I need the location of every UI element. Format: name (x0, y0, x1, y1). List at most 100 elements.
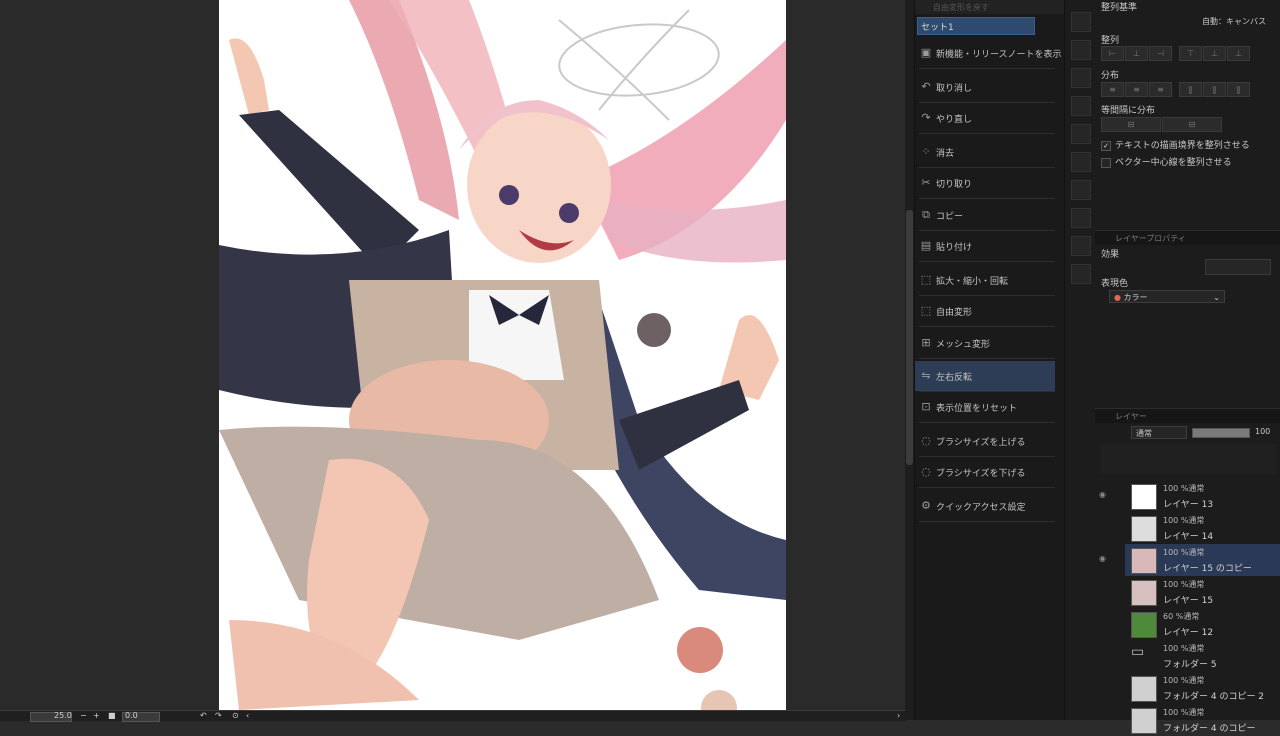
canvas-vertical-scrollbar[interactable] (905, 0, 914, 720)
expression-color-dropdown[interactable]: ● カラー ⌄ (1109, 290, 1225, 303)
canvas-workspace[interactable] (0, 0, 905, 710)
quick-access-item[interactable]: ✂ 切り取り (915, 168, 1055, 198)
layer-name: フォルダー 4 のコピー (1163, 724, 1256, 734)
panel-toggle-icon[interactable] (1071, 180, 1091, 200)
panel-toggle-icon[interactable] (1071, 68, 1091, 88)
quick-access-item[interactable]: ⊞ メッシュ変形 (915, 328, 1055, 358)
layer-row[interactable]: 100 %通常 レイヤー 13 (1125, 480, 1280, 512)
divider (919, 326, 1055, 327)
layer-name: レイヤー 15 (1163, 596, 1214, 606)
divider (919, 68, 1055, 69)
distribute-button[interactable]: ‖ (1203, 82, 1226, 97)
quick-access-item[interactable]: ⊡ 表示位置をリセット (915, 392, 1055, 422)
divider (919, 422, 1055, 423)
right-panel-column: 整列基準 自動：キャンバス 整列 ⊢ ⊥ ⊣ ⊤ ⊥ ⊥ 分布 ≡ ≡ ≡ ‖ ‖ ‖ 等間隔に分布… (1095, 0, 1280, 734)
text-bounds-checkbox[interactable]: ✓ テキストの描画境界を整列させる (1101, 138, 1250, 151)
quick-access-item-label: 自由変形 (936, 308, 973, 318)
undo-icon: ↶ (921, 80, 931, 93)
quick-access-set-name: セット1 (921, 23, 954, 33)
panel-toggle-icon[interactable] (1071, 40, 1091, 60)
distribute-equal-label: 等間隔に分布 (1101, 106, 1156, 116)
layer-panel-tabbar: レイヤー (1095, 408, 1280, 423)
info-icon: ▣ (920, 46, 932, 59)
layer-row[interactable]: 100 %通常 レイヤー 15 のコピー (1125, 544, 1280, 576)
distribute-button[interactable]: ≡ (1125, 82, 1148, 97)
panel-toggle-icon[interactable] (1071, 124, 1091, 144)
opacity-value[interactable]: 100 (1255, 427, 1270, 436)
layer-thumbnail (1131, 484, 1157, 510)
quick-access-item[interactable]: ⬚ 自由変形 (915, 296, 1055, 326)
layer-blend-info: 100 %通常 (1163, 548, 1205, 557)
blend-mode-dropdown[interactable]: 通常 (1131, 426, 1187, 439)
layer-name: レイヤー 13 (1163, 500, 1214, 510)
distribute-button[interactable]: ≡ (1101, 82, 1124, 97)
align-center-h-button[interactable]: ⊥ (1125, 46, 1148, 61)
effect-label: 効果 (1101, 250, 1120, 260)
align-bottom-button[interactable]: ⊥ (1227, 46, 1250, 61)
panel-toggle-icon[interactable] (1071, 264, 1091, 284)
quick-access-item[interactable]: ⁘ 消去 (915, 137, 1055, 167)
panel-toggle-icon[interactable] (1071, 236, 1091, 256)
quick-access-item-label: メッシュ変形 (936, 340, 991, 350)
panel-toggle-icon[interactable] (1071, 208, 1091, 228)
quick-access-item[interactable]: ▤ 貼り付け (915, 231, 1055, 261)
divider (919, 358, 1055, 359)
quick-access-item[interactable]: ↷ やり直し (915, 103, 1055, 133)
layer-name: レイヤー 14 (1163, 532, 1214, 542)
layer-row[interactable]: 100 %通常 フォルダー 4 のコピー 2 (1125, 672, 1280, 704)
layer-name: フォルダー 5 (1163, 660, 1217, 670)
layer-row[interactable]: 100 %通常 フォルダー 4 のコピー (1125, 704, 1280, 736)
quick-access-item[interactable]: ⇋ 左右反転 (915, 361, 1055, 391)
layer-row[interactable]: 100 %通常 レイヤー 15 (1125, 576, 1280, 608)
tab-layer-property[interactable]: レイヤープロパティ (1115, 233, 1186, 244)
chevron-down-icon: ⌄ (1213, 293, 1220, 302)
quick-access-set-selector[interactable]: セット1 (917, 17, 1035, 35)
eye-icon[interactable]: ◉ (1099, 554, 1106, 563)
panel-toggle-icon[interactable] (1071, 96, 1091, 116)
quick-access-item-label: 新機能・リリースノートを表示 (936, 50, 1062, 60)
drawing-canvas[interactable] (219, 0, 786, 710)
quick-access-header: 自由変形を戻す (915, 0, 1065, 14)
distribute-equal-v-button[interactable]: ⊟ (1162, 117, 1222, 132)
effect-buttons[interactable] (1205, 259, 1271, 275)
quick-access-item[interactable]: ↶ 取り消し (915, 72, 1055, 102)
layer-blend-info: 100 %通常 (1163, 580, 1205, 589)
quick-access-item[interactable]: ◌ ブラシサイズを上げる (915, 426, 1055, 456)
copy-icon: ⧉ (922, 208, 930, 221)
quick-access-item[interactable]: ⚙ クイックアクセス設定 (915, 491, 1055, 521)
quick-access-item-label: ブラシサイズを下げる (936, 469, 1026, 479)
opacity-slider[interactable] (1192, 428, 1250, 438)
panel-toggle-icon[interactable] (1071, 152, 1091, 172)
align-center-v-button[interactable]: ⊥ (1203, 46, 1226, 61)
quick-access-item-label: ブラシサイズを上げる (936, 438, 1026, 448)
quick-access-item-label: 拡大・縮小・回転 (936, 277, 1009, 287)
quick-access-item-label: コピー (936, 212, 964, 222)
align-right-button[interactable]: ⊣ (1149, 46, 1172, 61)
distribute-buttons: ≡ ≡ ≡ ‖ ‖ ‖ (1101, 82, 1251, 97)
distribute-equal-h-button[interactable]: ⊟ (1101, 117, 1161, 132)
distribute-button[interactable]: ≡ (1149, 82, 1172, 97)
quick-access-item[interactable]: ⧉ コピー (915, 200, 1055, 230)
distribute-button[interactable]: ‖ (1227, 82, 1250, 97)
align-left-button[interactable]: ⊢ (1101, 46, 1124, 61)
vector-center-label: ベクター中心線を整列させる (1115, 158, 1232, 168)
expression-color-label: 表現色 (1101, 279, 1129, 289)
quick-access-item[interactable]: ⬚ 拡大・縮小・回転 (915, 265, 1055, 295)
mesh-transform-icon: ⊞ (921, 336, 931, 349)
quick-access-item[interactable]: ◌ ブラシサイズを下げる (915, 457, 1055, 487)
folder-icon: ▭ (1131, 644, 1145, 660)
layer-row[interactable]: ▭ 100 %通常 フォルダー 5 (1125, 640, 1280, 672)
tab-layer[interactable]: レイヤー (1115, 411, 1147, 422)
align-base-value[interactable]: 自動：キャンバス (1202, 16, 1266, 27)
distribute-button[interactable]: ‖ (1179, 82, 1202, 97)
divider (919, 198, 1055, 199)
layer-row[interactable]: 60 %通常 レイヤー 12 (1125, 608, 1280, 640)
eye-icon[interactable]: ◉ (1099, 490, 1106, 499)
quick-access-item[interactable]: ▣ 新機能・リリースノートを表示 (915, 38, 1062, 68)
layer-row[interactable]: 100 %通常 レイヤー 14 (1125, 512, 1280, 544)
cut-icon: ✂ (921, 176, 931, 189)
vector-center-checkbox[interactable]: ベクター中心線を整列させる (1101, 155, 1232, 168)
quick-access-settings-icon: ⚙ (921, 499, 931, 512)
align-top-button[interactable]: ⊤ (1179, 46, 1202, 61)
panel-toggle-icon[interactable] (1071, 12, 1091, 32)
